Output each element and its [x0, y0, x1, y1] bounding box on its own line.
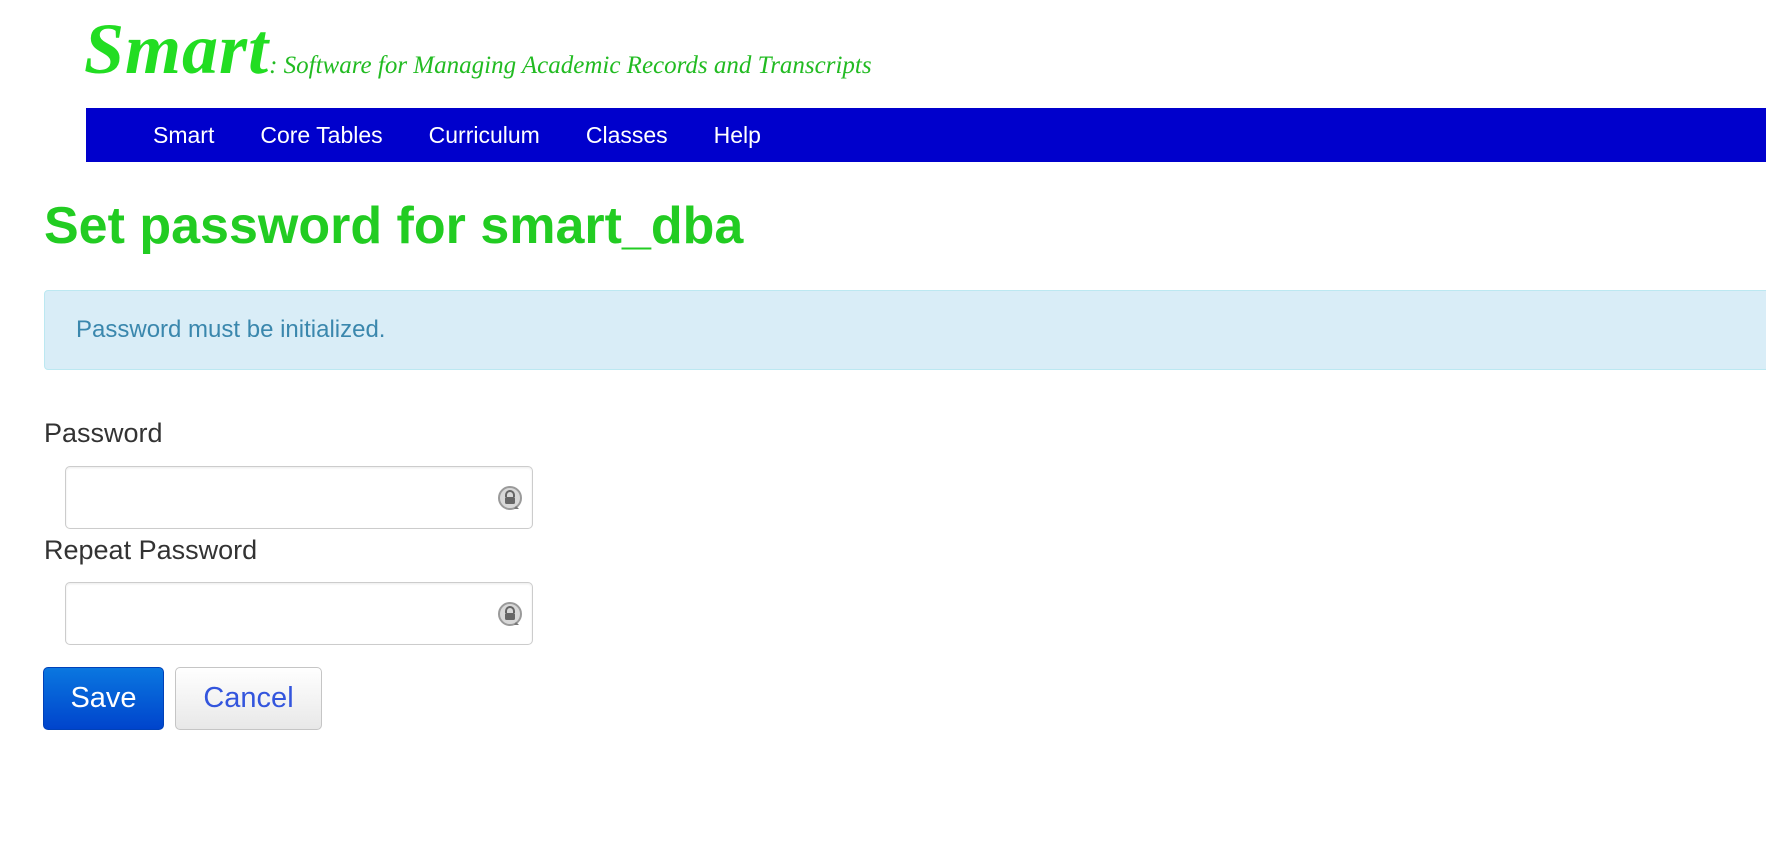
keychain-icon[interactable] [496, 484, 524, 512]
password-field [65, 466, 533, 529]
alert-message: Password must be initialized. [76, 316, 386, 343]
info-alert: Password must be initialized. [44, 290, 1766, 370]
nav-item-help[interactable]: Help [691, 122, 784, 149]
save-button[interactable]: Save [43, 667, 164, 730]
password-label: Password [44, 418, 163, 448]
cancel-button[interactable]: Cancel [175, 667, 322, 730]
page-title: Set password for smart_dba [44, 197, 744, 255]
repeat-password-input[interactable] [66, 583, 532, 644]
nav-item-core-tables[interactable]: Core Tables [237, 122, 405, 149]
nav-item-curriculum[interactable]: Curriculum [406, 122, 563, 149]
repeat-password-field [65, 582, 533, 645]
nav-item-classes[interactable]: Classes [563, 122, 691, 149]
main-navbar: Smart Core Tables Curriculum Classes Hel… [86, 108, 1766, 162]
keychain-icon[interactable] [496, 600, 524, 628]
nav-item-smart[interactable]: Smart [130, 122, 237, 149]
brand-logo-name: Smart [84, 9, 270, 89]
repeat-password-label: Repeat Password [44, 535, 258, 565]
page: Smart: Software for Managing Academic Re… [0, 0, 1766, 862]
password-input[interactable] [66, 467, 532, 528]
brand-header: Smart: Software for Managing Academic Re… [84, 8, 872, 91]
brand-tagline: : Software for Managing Academic Records… [269, 52, 872, 79]
